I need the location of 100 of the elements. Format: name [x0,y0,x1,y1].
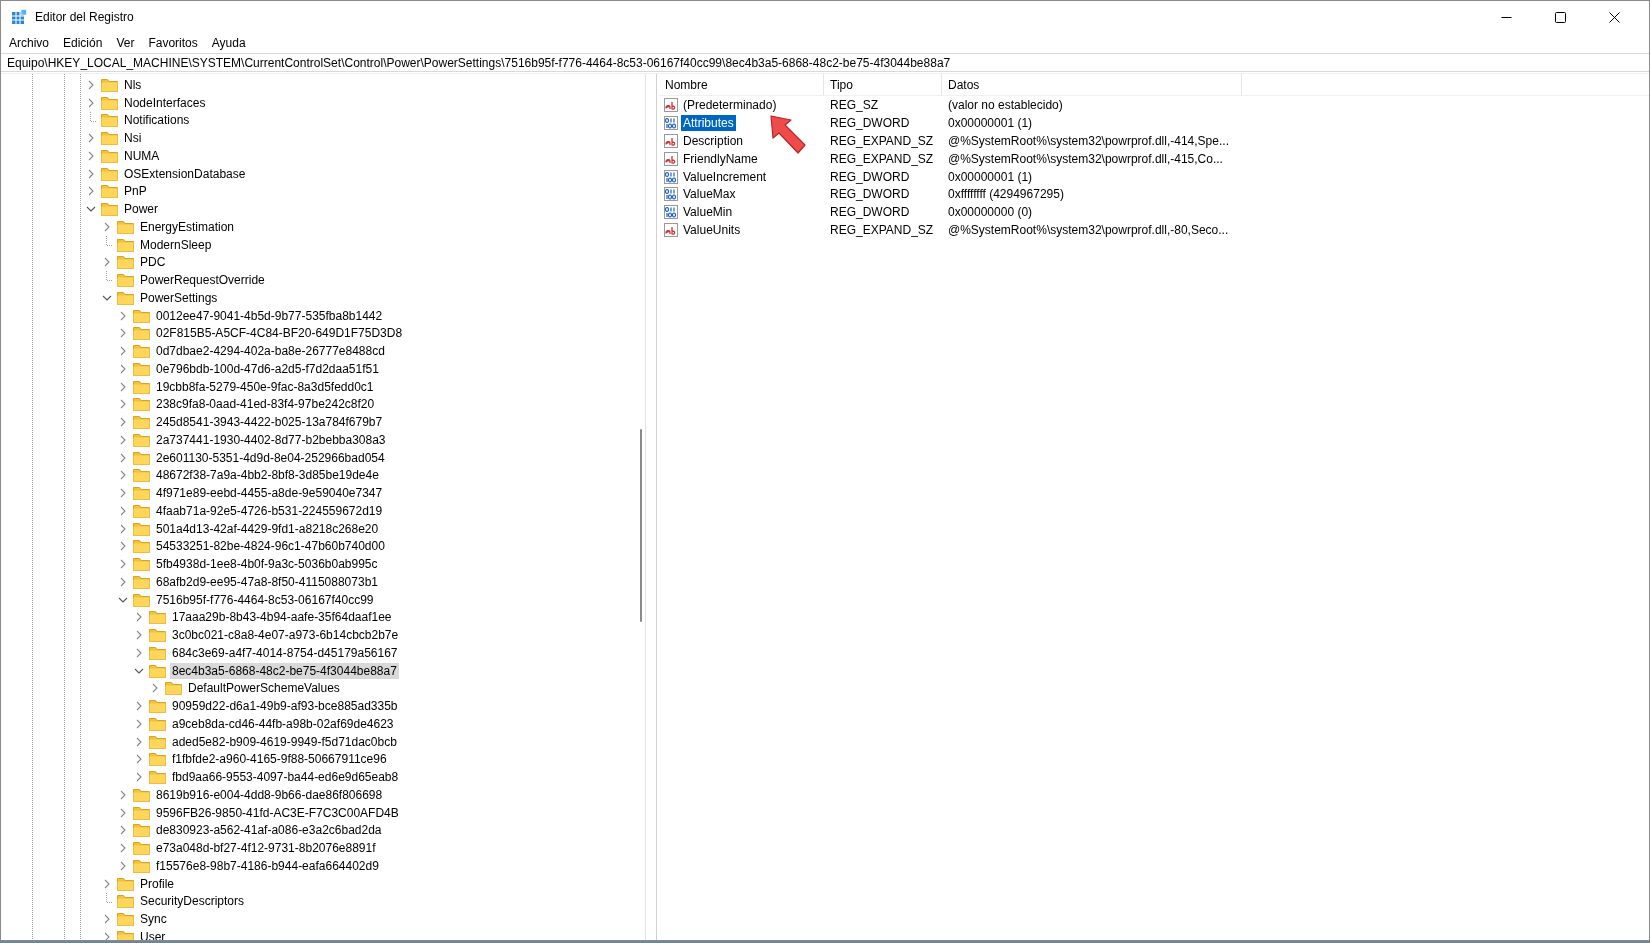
folder-icon [133,539,150,554]
menu-item[interactable]: Favoritos [144,36,202,50]
table-cell-text: REG_EXPAND_SZ [829,133,935,148]
value-name[interactable]: (Predeterminado) [681,96,779,113]
folder-icon [101,148,118,163]
folder-icon [133,557,150,572]
tree-item[interactable]: 48672f38-7a9a-4bb2-8bf8-3d85be19de4e [154,467,381,484]
tree-item[interactable]: 0d7dbae2-4294-402a-ba8e-26777e8488cd [154,343,387,360]
value-name[interactable]: ValueUnits [681,222,743,239]
tree-item[interactable]: 3c0bc021-c8a8-4e07-a973-6b14cbcb2b7e [170,627,401,644]
table-cell-text: REG_DWORD [829,187,911,202]
folder-icon [101,166,118,181]
string-value-icon [664,151,678,166]
tree-item[interactable]: 684c3e69-a4f7-4014-8754-d45179a56167 [170,644,400,661]
tree-item[interactable]: DefaultPowerSchemeValues [186,680,342,697]
tree-item[interactable]: f1fbfde2-a960-4165-9f88-50667911ce96 [170,751,389,768]
column-header[interactable]: Nombre [659,74,824,95]
tree-item[interactable]: Notifications [122,112,192,129]
folder-icon [149,645,166,660]
tree-item[interactable]: 2e601130-5351-4d9d-8e04-252966bad054 [154,449,387,466]
value-name[interactable]: FriendlyName [681,150,760,167]
folder-icon [133,805,150,820]
menu-item[interactable]: Ayuda [207,36,250,50]
menu-item[interactable]: Edición [59,36,107,50]
tree-item[interactable]: EnergyEstimation [138,218,237,235]
tree-item[interactable]: 501a4d13-42af-4429-9fd1-a8218c268e20 [154,520,381,537]
table-cell-text: 0x00000000 (0) [947,205,1034,220]
value-name[interactable]: ValueMax [681,186,738,203]
value-name[interactable]: Description [681,132,746,149]
tree-item[interactable]: fbd9aa66-9553-4097-ba44-ed6e9d65eab8 [170,769,401,786]
tree-item[interactable]: PowerRequestOverride [138,272,267,289]
tree-item[interactable]: 5fb4938d-1ee8-4b0f-9a3c-5036b0ab995c [154,556,380,573]
binary-value-icon [664,187,678,202]
folder-icon [133,841,150,856]
tree-item[interactable]: 68afb2d9-ee95-47a8-8f50-4115088073b1 [154,573,380,590]
tree-item[interactable]: 4f971e89-eebd-4455-a8de-9e59040e7347 [154,485,385,502]
table-cell-text: REG_SZ [829,97,879,112]
value-name[interactable]: ValueIncrement [681,168,769,185]
folder-icon [149,752,166,767]
tree-item[interactable]: f15576e8-98b7-4186-b944-eafa664402d9 [154,857,381,874]
tree-item[interactable]: NUMA [122,147,162,164]
tree-item[interactable]: 2a737441-1930-4402-8d77-b2bebba308a3 [154,431,388,448]
tree-item[interactable]: 90959d22-d6a1-49b9-af93-bce885ad335b [170,698,400,715]
window-title: Editor del Registro [35,10,135,24]
tree-item[interactable]: Profile [138,875,176,892]
folder-icon [133,450,150,465]
tree-item[interactable]: ModernSleep [138,236,214,253]
column-header[interactable]: Tipo [824,74,942,95]
tree-item[interactable]: Nls [122,76,144,93]
tree-item[interactable]: Power [122,201,160,218]
tree-item[interactable]: 245d8541-3943-4422-b025-13a784f679b7 [154,414,385,431]
string-value-icon [664,223,678,238]
tree-item[interactable]: PowerSettings [138,289,220,306]
menu-item[interactable]: Ver [112,36,139,50]
tree-item[interactable]: 8619b916-e004-4dd8-9b66-dae86f806698 [154,786,385,803]
folder-icon [133,858,150,873]
tree-item[interactable]: Sync [138,911,169,928]
folder-icon [133,592,150,607]
menu-item[interactable]: Archivo [5,36,53,50]
tree-item[interactable]: 54533251-82be-4824-96c1-47b60b740d00 [154,538,387,555]
tree-item[interactable]: 9596FB26-9850-41fd-AC3E-F7C3C00AFD4B [154,804,401,821]
tree-item[interactable]: Nsi [122,130,144,147]
maximize-icon [1554,11,1566,23]
tree-item[interactable]: OSExtensionDatabase [122,165,248,182]
tree-item[interactable]: 238c9fa8-0aad-41ed-83f4-97be242c8f20 [154,396,377,413]
tree-item[interactable]: PDC [138,254,168,271]
tree-item[interactable]: NodeInterfaces [122,94,208,111]
tree-item[interactable]: 7516b95f-f776-4464-8c53-06167f40cc99 [154,591,376,608]
tree-item[interactable]: 02F815B5-A5CF-4C84-BF20-649D1F75D3D8 [154,325,405,342]
table-cell-text: REG_DWORD [829,205,911,220]
tree-item[interactable]: PnP [122,183,149,200]
tree-item[interactable]: a9ceb8da-cd46-44fb-a98b-02af69de4623 [170,715,396,732]
folder-icon [133,308,150,323]
tree-item[interactable]: 8ec4b3a5-6868-48c2-be75-4f3044be88a7 [170,662,399,679]
folder-icon [133,468,150,483]
tree-item[interactable]: 0012ee47-9041-4b5d-9b77-535fba8b1442 [154,307,385,324]
tree-item[interactable]: aded5e82-b909-4619-9949-f5d71dac0bcb [170,733,399,750]
tree-item[interactable]: 17aaa29b-8b43-4b94-aafe-35f64daaf1ee [170,609,394,626]
table-cell-text: REG_EXPAND_SZ [829,223,935,238]
tree-item[interactable]: 0e796bdb-100d-47d6-a2d5-f7d2daa51f51 [154,360,381,377]
value-name[interactable]: ValueMin [681,204,735,221]
value-name[interactable]: Attributes [681,114,736,131]
tree-item[interactable]: e73a048d-bf27-4f12-9731-8b2076e8891f [154,840,378,857]
folder-icon [133,787,150,802]
close-icon [1608,11,1620,23]
tree-item[interactable]: 4faab71a-92e5-4726-b531-224559672d19 [154,502,385,519]
tree-item[interactable]: SecurityDescriptors [138,893,247,910]
folder-icon [149,610,166,625]
address-bar[interactable]: Equipo\HKEY_LOCAL_MACHINE\SYSTEM\CurrentControlSet\Control\Power\PowerSettings\7516b95f-f776-4464-8c53-06167f40cc99\8ec4b3a5-6868-48c2-be75-4f3044be88a7 [1,53,1649,72]
folder-icon [101,77,118,92]
string-value-icon [664,97,678,112]
scrollbar-thumb[interactable] [640,429,642,622]
folder-icon [117,290,134,305]
column-header[interactable]: Datos [942,74,1242,95]
binary-value-icon [664,115,678,130]
tree-item[interactable]: 19cbb8fa-5279-450e-9fac-8a3d5fedd0c1 [154,378,376,395]
tree-item[interactable]: de830923-a562-41af-a086-e3a2c6bad2da [154,822,384,839]
table-cell-text: @%SystemRoot%\system32\powrprof.dll,-415,Co... [947,151,1224,166]
table-cell-text: REG_EXPAND_SZ [829,151,935,166]
folder-icon [133,397,150,412]
